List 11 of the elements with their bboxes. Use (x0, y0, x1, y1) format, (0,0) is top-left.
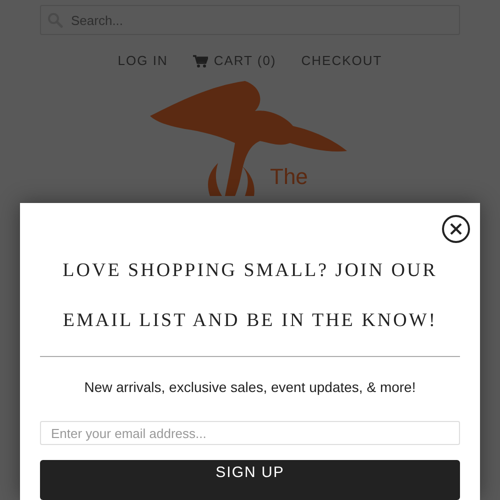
nav-link[interactable]: LOG IN (118, 51, 168, 71)
subtext: New arrivals, exclusive sales, event updates, & more! (84, 378, 416, 397)
popup-heading: EMAIL LIST AND BE IN THE KNOW! (62, 309, 438, 333)
popup-heading: LOVE SHOPPING SMALL? JOIN OUR (62, 259, 438, 283)
close-icon (450, 223, 462, 235)
sign-up-button[interactable]: SIGN UP (40, 460, 460, 500)
nav-link[interactable]: CHECKOUT (301, 51, 382, 71)
logo-text: The (270, 166, 308, 188)
close-button[interactable] (442, 215, 470, 243)
email-field[interactable]: Enter your email address... (40, 421, 460, 445)
cart-icon (192, 54, 208, 68)
